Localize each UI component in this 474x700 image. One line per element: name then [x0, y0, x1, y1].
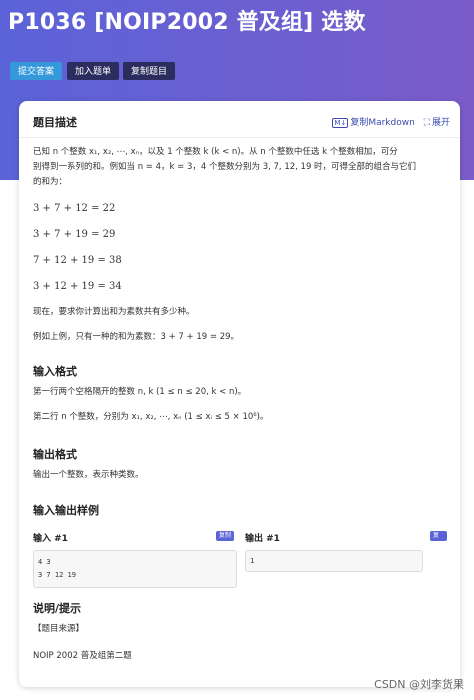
- sample-input-line-2: 3 7 12 19: [38, 571, 76, 579]
- sample-input-line-1: 4 3: [38, 558, 51, 566]
- description-question: 现在，要求你计算出和为素数共有多少种。: [33, 307, 195, 317]
- equation-1: 3 + 7 + 12 = 22: [33, 203, 116, 214]
- expand-label: 展开: [431, 118, 450, 128]
- equation-4: 3 + 12 + 19 = 34: [33, 281, 122, 292]
- watermark: CSDN @刘李货果: [374, 678, 464, 691]
- description-example: 例如上例，只有一种的和为素数：3 + 7 + 19 = 29。: [33, 332, 240, 342]
- sample-output-box[interactable]: 1: [245, 550, 423, 572]
- section-title-output-format: 输出格式: [33, 448, 77, 461]
- description-line-3: 的和为：: [33, 177, 68, 187]
- sample-output-line-1: 1: [250, 557, 255, 565]
- section-title-notes: 说明/提示: [33, 602, 82, 615]
- problem-card: 题目描述 M↓ 复制Markdown ⛶ 展开 已知 n 个整数 x₁, x₂, ⋯…: [19, 101, 460, 687]
- sample-output-label: 输出 #1: [245, 534, 280, 544]
- input-format-line-1: 第一行两个空格隔开的整数 n, k (1 ≤ n ≤ 20, k < n)。: [33, 387, 247, 397]
- submit-answer-button[interactable]: 提交答案: [10, 62, 63, 80]
- add-to-list-button[interactable]: 加入题单: [67, 62, 120, 80]
- description-line-2: 别得到一系列的和。例如当 n = 4，k = 3，4 个整数分别为 3, 7, …: [33, 162, 417, 172]
- markdown-icon: M↓: [332, 118, 349, 128]
- section-title-description: 题目描述: [33, 116, 77, 129]
- equation-2: 3 + 7 + 19 = 29: [33, 229, 116, 240]
- input-format-line-2: 第二行 n 个整数，分别为 x₁, x₂, ⋯, xₙ (1 ≤ xᵢ ≤ 5 …: [33, 412, 269, 422]
- page-title: P1036 [NOIP2002 普及组] 选数: [8, 10, 366, 35]
- copy-markdown-link[interactable]: M↓ 复制Markdown: [332, 118, 417, 128]
- copy-markdown-label: 复制Markdown: [350, 118, 415, 128]
- notes-source-text: NOIP 2002 普及组第二题: [33, 651, 132, 661]
- equation-3: 7 + 12 + 19 = 38: [33, 255, 122, 266]
- header-divider: [19, 137, 460, 138]
- notes-source-label: 【题目来源】: [33, 624, 85, 634]
- description-line-1: 已知 n 个整数 x₁, x₂, ⋯, xₙ，以及 1 个整数 k (k < n…: [33, 147, 398, 157]
- card-header: 题目描述 M↓ 复制Markdown ⛶ 展开: [19, 101, 460, 137]
- sample-input-box[interactable]: 4 3 3 7 12 19: [33, 550, 237, 588]
- expand-link[interactable]: ⛶ 展开: [418, 118, 450, 128]
- section-title-samples: 输入输出样例: [33, 504, 99, 517]
- section-title-input-format: 输入格式: [33, 365, 77, 378]
- copy-problem-button[interactable]: 复制题目: [123, 62, 176, 80]
- copy-sample-input-button[interactable]: 复制: [216, 531, 235, 541]
- sample-input-label: 输入 #1: [33, 534, 68, 544]
- expand-icon: ⛶: [423, 118, 430, 128]
- header-actions: M↓ 复制Markdown ⛶ 展开: [332, 115, 450, 128]
- output-format-line-1: 输出一个整数，表示种类数。: [33, 470, 144, 480]
- copy-sample-output-button[interactable]: 复制: [430, 531, 447, 549]
